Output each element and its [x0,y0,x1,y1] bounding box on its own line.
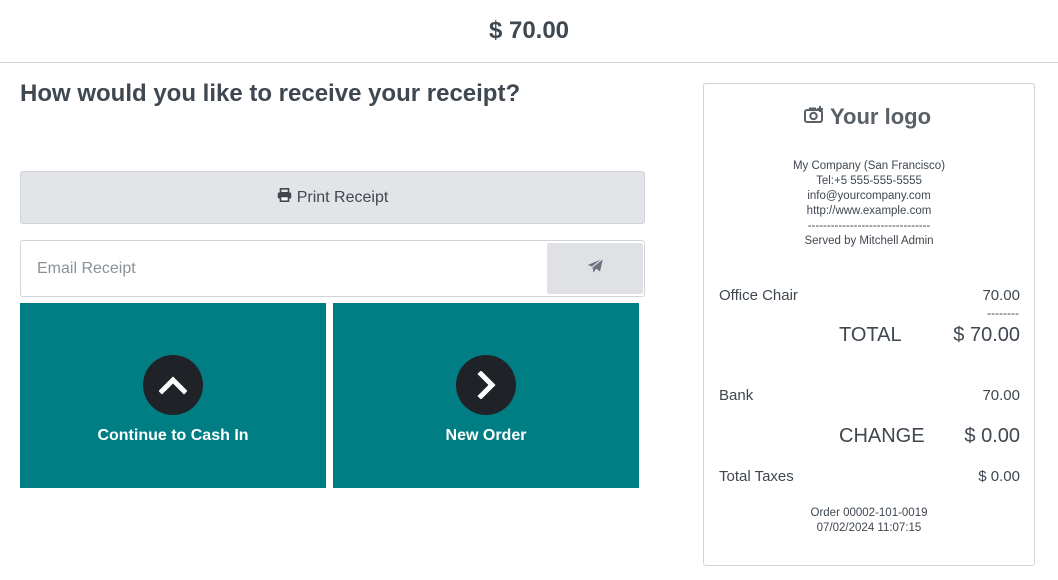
receipt-total: TOTAL $ 70.00 [839,324,1020,347]
order-total: $ 70.00 [488,17,570,44]
company-separator: -------------------------------- [807,220,931,232]
camera-icon [804,104,830,130]
change-value: $ 0.00 [964,425,1020,447]
company-email: info@yourcompany.com [807,190,931,202]
company-website: http://www.example.com [806,205,932,217]
company-info: My Company (San Francisco) Tel:+5 555-55… [704,159,1034,249]
total-label: TOTAL [839,324,902,346]
send-email-button[interactable] [547,243,643,294]
receipt-preview: Your logo My Company (San Francisco) Tel… [703,83,1035,566]
email-receipt-input[interactable] [21,241,545,296]
print-receipt-button[interactable]: Print Receipt [20,171,645,224]
top-bar: $ 70.00 [0,0,1058,63]
company-name: My Company (San Francisco) [792,160,946,172]
total-value: $ 70.00 [953,324,1020,346]
taxes-label: Total Taxes [719,468,794,485]
paper-plane-icon [587,258,604,279]
taxes-line: Total Taxes $ 0.00 [719,468,1020,485]
taxes-value: $ 0.00 [978,468,1020,485]
total-separator: -------- [987,306,1019,320]
receipt-change: CHANGE $ 0.00 [839,425,1020,448]
order-date: 07/02/2024 11:07:15 [816,522,922,534]
change-label: CHANGE [839,425,925,447]
order-reference: Order 00002-101-0019 [810,507,928,519]
receipt-line: Office Chair 70.00 [719,287,1020,304]
continue-cash-in-label: Continue to Cash In [97,426,249,444]
logo-text: Your logo [830,104,932,129]
receipt-question: How would you like to receive your recei… [20,80,521,107]
chevron-right-icon [456,354,516,415]
new-order-label: New Order [445,426,527,444]
chevron-up-icon [143,354,203,415]
printer-icon [277,188,297,207]
company-logo: Your logo [804,104,931,130]
order-info: Order 00002-101-0019 07/02/2024 11:07:15 [704,506,1034,536]
company-phone: Tel:+5 555-555-5555 [816,175,922,187]
payment-line: Bank 70.00 [719,387,1020,404]
line-product: Office Chair [719,287,798,304]
print-receipt-label: Print Receipt [296,188,389,206]
email-receipt-row [20,240,645,297]
new-order-button[interactable]: New Order [333,303,639,488]
served-by: Served by Mitchell Admin [804,235,934,247]
payment-method: Bank [719,387,754,404]
payment-amount: 70.00 [982,387,1020,404]
continue-cash-in-button[interactable]: Continue to Cash In [20,303,326,488]
line-price: 70.00 [982,287,1020,304]
